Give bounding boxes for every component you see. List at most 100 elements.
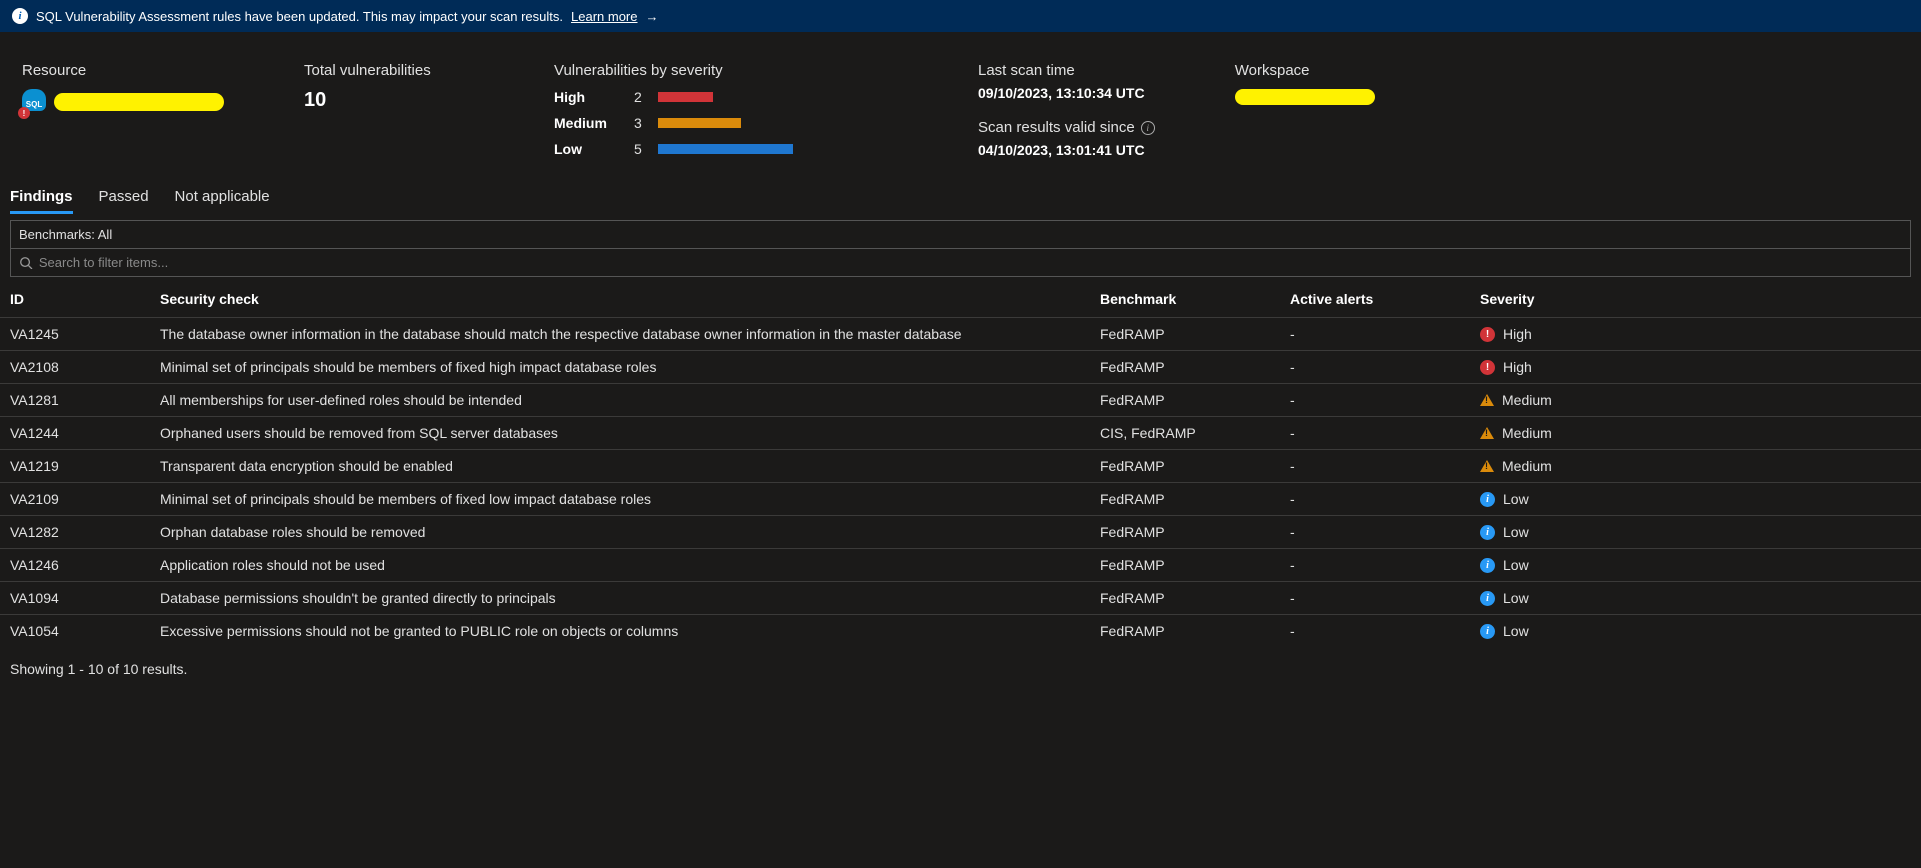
cell-active-alerts: - [1280, 384, 1470, 417]
table-row[interactable]: VA1246Application roles should not be us… [0, 549, 1921, 582]
cell-severity: iLow [1470, 615, 1921, 648]
severity-block-label: Vulnerabilities by severity [554, 62, 898, 79]
cell-severity: iLow [1470, 516, 1921, 549]
notification-banner: i SQL Vulnerability Assessment rules hav… [0, 0, 1921, 32]
total-vulns-block: Total vulnerabilities 10 [304, 62, 474, 112]
cell-benchmark: FedRAMP [1090, 549, 1280, 582]
last-scan-label: Last scan time [978, 62, 1155, 79]
cell-severity: Medium [1470, 450, 1921, 483]
cell-security-check: Excessive permissions should not be gran… [150, 615, 1090, 648]
table-row[interactable]: VA2109Minimal set of principals should b… [0, 483, 1921, 516]
table-row[interactable]: VA1094Database permissions shouldn't be … [0, 582, 1921, 615]
cell-active-alerts: - [1280, 417, 1470, 450]
cell-severity: Medium [1470, 417, 1921, 450]
cell-id: VA2108 [0, 351, 150, 384]
warning-triangle-icon [1480, 427, 1494, 439]
results-footer: Showing 1 - 10 of 10 results. [0, 647, 1921, 691]
valid-since-label: Scan results valid since i [978, 119, 1155, 136]
cell-active-alerts: - [1280, 450, 1470, 483]
valid-since-value: 04/10/2023, 13:01:41 UTC [978, 142, 1155, 158]
total-vulns-label: Total vulnerabilities [304, 62, 474, 79]
severity-low-count: 5 [634, 141, 658, 157]
resource-label: Resource [22, 62, 224, 79]
workspace-label: Workspace [1235, 62, 1375, 79]
cell-active-alerts: - [1280, 483, 1470, 516]
cell-benchmark: FedRAMP [1090, 351, 1280, 384]
sql-database-icon: SQL ! [22, 89, 48, 115]
cell-severity: iLow [1470, 582, 1921, 615]
arrow-right-icon: → [646, 9, 659, 24]
tab-not-applicable[interactable]: Not applicable [175, 182, 270, 214]
search-input[interactable] [39, 255, 1902, 270]
learn-more-link[interactable]: Learn more [571, 9, 637, 24]
cell-security-check: Orphan database roles should be removed [150, 516, 1090, 549]
severity-low-bar [658, 144, 793, 154]
cell-severity: iLow [1470, 483, 1921, 516]
cell-benchmark: FedRAMP [1090, 582, 1280, 615]
severity-low-label: Low [554, 141, 634, 157]
table-row[interactable]: VA1281All memberships for user-defined r… [0, 384, 1921, 417]
tab-passed[interactable]: Passed [99, 182, 149, 214]
header-severity[interactable]: Severity [1470, 281, 1921, 318]
table-row[interactable]: VA1245The database owner information in … [0, 318, 1921, 351]
header-id[interactable]: ID [0, 281, 150, 318]
table-row[interactable]: VA1054Excessive permissions should not b… [0, 615, 1921, 648]
cell-severity: Medium [1470, 384, 1921, 417]
cell-active-alerts: - [1280, 615, 1470, 648]
tabs: Findings Passed Not applicable [0, 178, 1921, 214]
summary-row: Resource SQL ! Total vulnerabilities 10 … [0, 32, 1921, 178]
cell-benchmark: CIS, FedRAMP [1090, 417, 1280, 450]
cell-id: VA1246 [0, 549, 150, 582]
cell-active-alerts: - [1280, 582, 1470, 615]
cell-id: VA1219 [0, 450, 150, 483]
cell-id: VA2109 [0, 483, 150, 516]
cell-active-alerts: - [1280, 318, 1470, 351]
header-security-check[interactable]: Security check [150, 281, 1090, 318]
cell-security-check: The database owner information in the da… [150, 318, 1090, 351]
cell-id: VA1245 [0, 318, 150, 351]
cell-id: VA1094 [0, 582, 150, 615]
severity-low-icon: i [1480, 492, 1495, 507]
info-outline-icon[interactable]: i [1141, 121, 1155, 135]
total-vulns-value: 10 [304, 89, 474, 112]
cell-active-alerts: - [1280, 351, 1470, 384]
cell-benchmark: FedRAMP [1090, 384, 1280, 417]
tab-findings[interactable]: Findings [10, 182, 73, 214]
severity-medium-label: Medium [554, 115, 634, 131]
table-row[interactable]: VA1282Orphan database roles should be re… [0, 516, 1921, 549]
severity-high-bar [658, 92, 713, 102]
cell-security-check: Database permissions shouldn't be grante… [150, 582, 1090, 615]
cell-active-alerts: - [1280, 549, 1470, 582]
header-benchmark[interactable]: Benchmark [1090, 281, 1280, 318]
resource-item[interactable]: SQL ! [22, 89, 224, 115]
benchmark-dropdown[interactable]: Benchmarks: All [10, 220, 1911, 249]
severity-high-label: High [554, 89, 634, 105]
cell-benchmark: FedRAMP [1090, 516, 1280, 549]
severity-block: Vulnerabilities by severity High 2 Mediu… [554, 62, 898, 157]
cell-severity: !High [1470, 351, 1921, 384]
workspace-name-redacted [1235, 89, 1375, 105]
table-row[interactable]: VA1219Transparent data encryption should… [0, 450, 1921, 483]
cell-severity: iLow [1470, 549, 1921, 582]
table-header-row: ID Security check Benchmark Active alert… [0, 281, 1921, 318]
cell-security-check: Minimal set of principals should be memb… [150, 351, 1090, 384]
info-icon: i [12, 8, 28, 24]
header-active-alerts[interactable]: Active alerts [1280, 281, 1470, 318]
table-row[interactable]: VA2108Minimal set of principals should b… [0, 351, 1921, 384]
severity-high-icon: ! [1480, 360, 1495, 375]
resource-block: Resource SQL ! [22, 62, 224, 115]
cell-id: VA1282 [0, 516, 150, 549]
cell-benchmark: FedRAMP [1090, 615, 1280, 648]
severity-medium-bar [658, 118, 741, 128]
warning-triangle-icon [1480, 460, 1494, 472]
last-scan-value: 09/10/2023, 13:10:34 UTC [978, 85, 1155, 101]
cell-security-check: Minimal set of principals should be memb… [150, 483, 1090, 516]
severity-high-count: 2 [634, 89, 658, 105]
resource-name-redacted [54, 93, 224, 111]
cell-severity: !High [1470, 318, 1921, 351]
table-row[interactable]: VA1244Orphaned users should be removed f… [0, 417, 1921, 450]
cell-benchmark: FedRAMP [1090, 483, 1280, 516]
cell-id: VA1054 [0, 615, 150, 648]
filters: Benchmarks: All [0, 214, 1921, 277]
cell-id: VA1281 [0, 384, 150, 417]
